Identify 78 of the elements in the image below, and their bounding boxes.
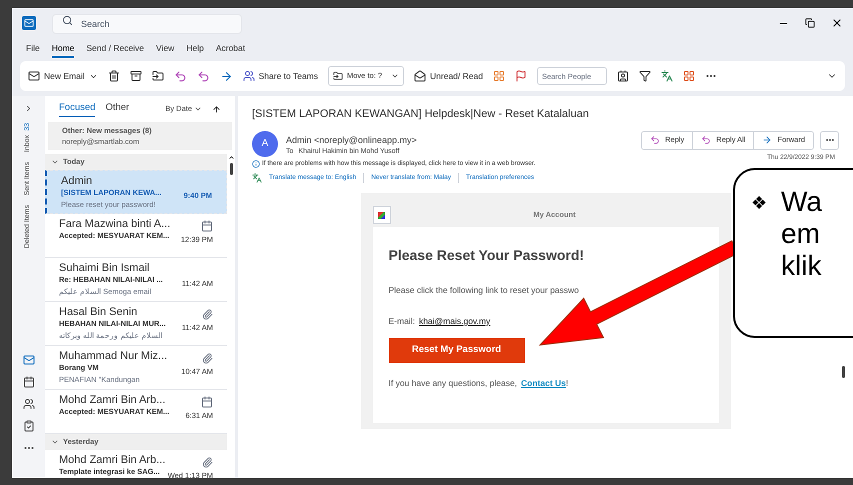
caret-icon xyxy=(391,72,400,80)
menu-tab[interactable]: File xyxy=(26,42,40,58)
people-icon xyxy=(242,70,255,82)
scroll-up-icon[interactable] xyxy=(228,154,234,161)
menu-tab[interactable]: Home xyxy=(52,42,74,58)
reset-instructions: Please click the following link to reset your passwo xyxy=(388,284,580,297)
email-link[interactable]: khai@mais.gov.my xyxy=(418,314,490,328)
categorize-icon[interactable] xyxy=(492,70,505,82)
footer-end: ! xyxy=(566,376,568,390)
calendar-icon xyxy=(201,396,213,408)
bullet-icon: ❖ xyxy=(751,186,767,336)
flag-icon[interactable] xyxy=(514,70,527,82)
apps-icon[interactable] xyxy=(682,70,695,82)
menu-tab[interactable]: Acrobat xyxy=(216,42,246,58)
info-icon xyxy=(252,160,260,168)
scrollbar-thumb[interactable] xyxy=(230,163,232,175)
open-envelope-icon xyxy=(414,70,426,82)
reset-password-button[interactable]: Reset My Password xyxy=(388,338,524,362)
menu-tab[interactable]: Send / Receive xyxy=(86,42,144,58)
list-tab[interactable]: Other xyxy=(105,101,130,117)
message-sender: Hasal Bin Senin xyxy=(59,306,138,318)
delete-icon[interactable] xyxy=(108,70,120,82)
caret-icon xyxy=(194,105,202,113)
calendar-icon xyxy=(201,220,213,232)
caret-icon xyxy=(51,438,59,446)
calendar-icon[interactable] xyxy=(22,376,34,388)
email-label: E-mail: xyxy=(388,314,415,328)
undo-icon[interactable] xyxy=(174,70,187,82)
tasks-icon[interactable] xyxy=(22,420,34,432)
close-icon[interactable] xyxy=(831,17,843,29)
message-sender: Fara Mazwina binti A... xyxy=(59,218,172,230)
menu-tab[interactable]: View xyxy=(156,42,174,58)
unread-read-button[interactable]: Unread/ Read xyxy=(414,70,483,82)
avatar: A xyxy=(252,130,278,156)
forward-icon[interactable] xyxy=(220,70,233,82)
message-sender: Mohd Zamri Bin Arb... xyxy=(59,454,166,466)
broken-image-icon xyxy=(372,206,390,224)
people-icon[interactable] xyxy=(22,398,34,410)
footer-text: If you have any questions, please, xyxy=(388,376,518,390)
message-sender: Admin xyxy=(61,175,94,187)
filter-icon[interactable] xyxy=(638,70,651,82)
new-email-button[interactable]: New Email xyxy=(28,70,98,82)
expand-icon[interactable] xyxy=(24,104,33,113)
contact-link[interactable]: Contact Us xyxy=(521,376,566,390)
translate-icon[interactable] xyxy=(660,70,673,82)
email-subject: [SISTEM LAPORAN KEWANGAN] Helpdesk|New - Reset Katalaluan xyxy=(252,107,590,122)
paperclip-icon xyxy=(202,352,213,364)
search-field[interactable]: Search xyxy=(52,14,242,34)
paperclip-icon xyxy=(202,308,213,320)
callout-text: Wa xyxy=(781,186,822,218)
app-logo-icon xyxy=(22,16,36,30)
message-sender: Suhaimi Bin Ismail xyxy=(59,262,150,274)
move-icon[interactable] xyxy=(152,70,164,82)
search-icon xyxy=(62,15,73,26)
callout-text: em xyxy=(781,218,821,250)
scrollbar-thumb[interactable] xyxy=(842,366,844,378)
menu-tab[interactable]: Help xyxy=(186,42,204,58)
share-to-teams-button[interactable]: Share to Teams xyxy=(242,70,318,82)
folder-icon xyxy=(333,71,344,81)
reply-icon xyxy=(701,135,712,145)
sort-direction-icon[interactable] xyxy=(212,104,221,114)
callout-text: klik xyxy=(781,250,822,282)
list-tab[interactable]: Focused xyxy=(59,101,96,117)
reset-heading: Please Reset Your Password! xyxy=(388,246,586,265)
archive-icon[interactable] xyxy=(130,70,142,82)
more-actions-button[interactable] xyxy=(820,130,839,150)
arrow-icon xyxy=(762,135,772,145)
reply-icon xyxy=(650,135,660,145)
caret-icon xyxy=(51,158,59,166)
paperclip-icon xyxy=(202,456,213,468)
message-sender: Mohd Zamri Bin Arb... xyxy=(59,394,166,406)
mail-icon[interactable] xyxy=(22,354,34,366)
address-book-icon[interactable] xyxy=(616,70,629,82)
email-from: Admin <noreply@onlineapp.my> xyxy=(286,134,418,146)
translate-icon xyxy=(252,173,262,183)
restore-icon[interactable] xyxy=(805,18,815,28)
mail-icon xyxy=(28,70,40,82)
message-sender: Muhammad Nur Miz... xyxy=(59,350,168,362)
